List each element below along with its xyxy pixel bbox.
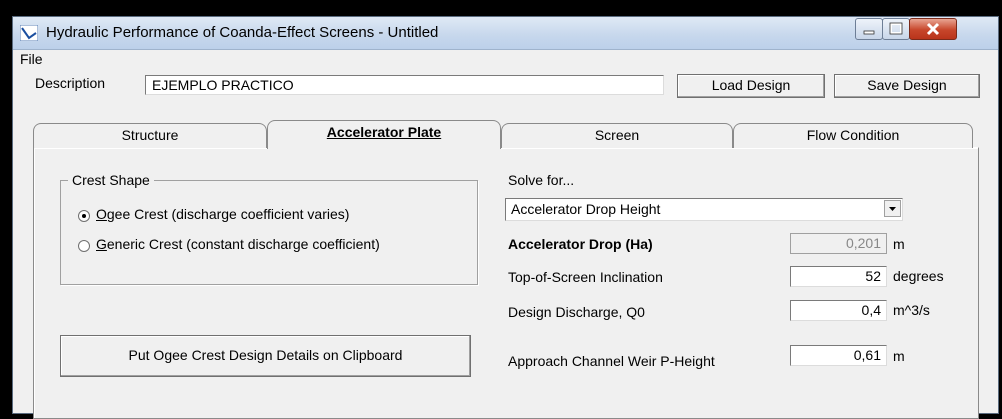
design-discharge-field[interactable]: 0,4 <box>790 300 887 321</box>
inclination-unit: degrees <box>893 268 944 284</box>
generic-crest-text: eneric Crest (constant discharge coeffic… <box>106 236 380 252</box>
generic-crest-mnemonic: G <box>96 236 107 252</box>
inclination-field[interactable]: 52 <box>790 266 887 287</box>
menu-file[interactable]: File <box>20 51 43 67</box>
solve-for-label: Solve for... <box>508 172 575 188</box>
accelerator-drop-label: Accelerator Drop (Ha) <box>508 236 653 252</box>
menu-bar: File <box>13 50 998 70</box>
crest-shape-title: Crest Shape <box>68 172 154 188</box>
weir-height-field[interactable]: 0,61 <box>790 345 887 366</box>
window-title: Hydraulic Performance of Coanda-Effect S… <box>46 24 439 41</box>
close-icon <box>926 22 940 36</box>
tab-screen[interactable]: Screen <box>501 123 733 148</box>
title-bar: Hydraulic Performance of Coanda-Effect S… <box>13 17 998 50</box>
generic-crest-radio[interactable] <box>78 240 90 252</box>
accelerator-drop-field: 0,201 <box>790 233 887 254</box>
close-button[interactable] <box>909 18 957 40</box>
inclination-label: Top-of-Screen Inclination <box>508 269 663 285</box>
crest-shape-group <box>60 180 478 285</box>
solve-for-select[interactable]: Accelerator Drop Height <box>505 198 903 221</box>
accelerator-drop-unit: m <box>893 236 905 252</box>
description-label: Description <box>35 75 106 91</box>
weir-height-unit: m <box>893 348 905 364</box>
solve-for-value: Accelerator Drop Height <box>511 201 661 217</box>
design-discharge-unit: m^3/s <box>893 302 930 318</box>
clipboard-button[interactable]: Put Ogee Crest Design Details on Clipboa… <box>60 335 471 377</box>
ogee-crest-radio[interactable] <box>78 210 90 222</box>
tab-flow-condition[interactable]: Flow Condition <box>733 123 973 148</box>
maximize-icon <box>889 22 903 35</box>
screen-edge <box>0 0 5 417</box>
save-design-button[interactable]: Save Design <box>834 74 980 98</box>
ogee-crest-label[interactable]: Ogee Crest (discharge coefficient varies… <box>96 206 349 222</box>
load-design-button[interactable]: Load Design <box>677 74 825 98</box>
dropdown-button[interactable] <box>884 200 901 217</box>
description-input[interactable] <box>145 75 664 95</box>
generic-crest-label[interactable]: Generic Crest (constant discharge coeffi… <box>96 236 380 252</box>
minimize-button[interactable] <box>855 18 883 40</box>
chevron-down-icon <box>889 207 896 211</box>
maximize-button[interactable] <box>882 18 910 40</box>
ogee-crest-text: gee Crest (discharge coefficient varies) <box>106 206 350 222</box>
design-discharge-label: Design Discharge, Q0 <box>508 304 645 320</box>
tab-accelerator-plate[interactable]: Accelerator Plate <box>267 120 501 149</box>
ogee-crest-mnemonic: O <box>96 206 107 222</box>
tab-structure[interactable]: Structure <box>33 123 267 148</box>
minimize-icon <box>863 30 875 35</box>
weir-height-label: Approach Channel Weir P-Height <box>508 353 715 369</box>
app-icon <box>20 25 38 41</box>
